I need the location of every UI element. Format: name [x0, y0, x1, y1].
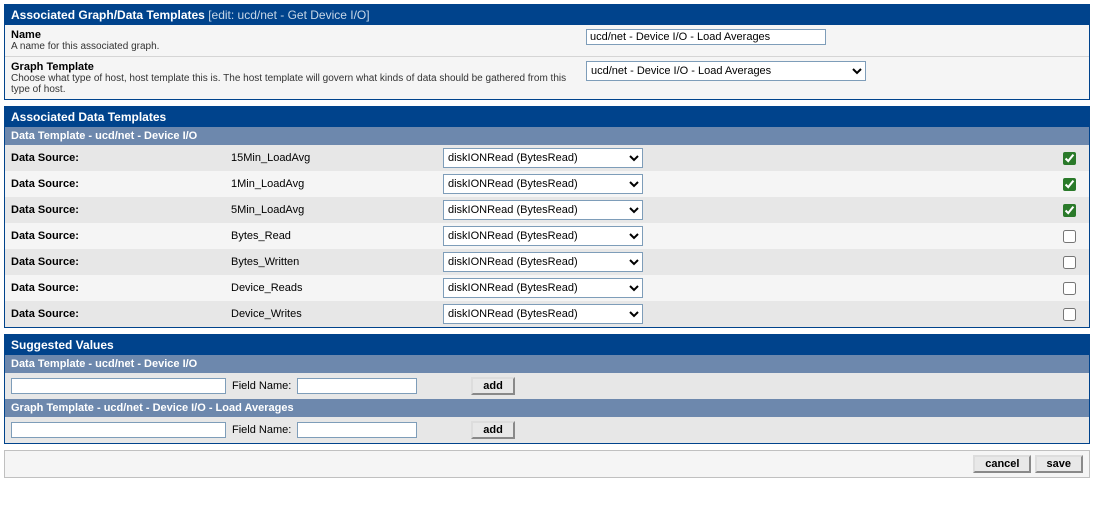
data-source-row: Data Source:Device_WritesdiskIONRead (By… — [5, 301, 1089, 327]
sv-dt-field-input[interactable] — [297, 378, 417, 394]
data-source-row: Data Source:Bytes_WrittendiskIONRead (By… — [5, 249, 1089, 275]
graph-template-select[interactable]: ucd/net - Device I/O - Load Averages — [586, 61, 866, 81]
suggested-values-section: Suggested Values Data Template - ucd/net… — [4, 334, 1090, 444]
data-source-name: Device_Writes — [231, 308, 443, 320]
data-source-checkbox[interactable] — [1063, 178, 1076, 191]
sv-dt-add-button[interactable]: add — [471, 377, 515, 395]
sv-gt-row: Field Name: add — [5, 417, 1089, 443]
data-source-checkbox[interactable] — [1063, 230, 1076, 243]
data-source-select[interactable]: diskIONRead (BytesRead) — [443, 148, 643, 168]
data-source-select[interactable]: diskIONRead (BytesRead) — [443, 252, 643, 272]
data-source-name: 15Min_LoadAvg — [231, 152, 443, 164]
data-source-row: Data Source:5Min_LoadAvgdiskIONRead (Byt… — [5, 197, 1089, 223]
data-source-label: Data Source: — [11, 308, 231, 320]
graph-template-row: Graph Template Choose what type of host,… — [5, 57, 1089, 99]
sv-dt-field-label: Field Name: — [232, 380, 291, 392]
data-source-name: Bytes_Read — [231, 230, 443, 242]
data-source-name: Bytes_Written — [231, 256, 443, 268]
sv-gt-field-input[interactable] — [297, 422, 417, 438]
data-source-label: Data Source: — [11, 282, 231, 294]
name-row: Name A name for this associated graph. — [5, 25, 1089, 57]
sv-dt-row: Field Name: add — [5, 373, 1089, 399]
suggested-header: Suggested Values — [5, 335, 1089, 355]
footer-bar: cancel save — [4, 450, 1090, 478]
sv-gt-value-input[interactable] — [11, 422, 226, 438]
data-source-label: Data Source: — [11, 178, 231, 190]
sv-dt-subheader: Data Template - ucd/net - Device I/O — [5, 355, 1089, 373]
data-source-checkbox[interactable] — [1063, 256, 1076, 269]
gt-desc: Choose what type of host, host template … — [11, 73, 578, 95]
data-source-name: 5Min_LoadAvg — [231, 204, 443, 216]
data-source-checkbox[interactable] — [1063, 282, 1076, 295]
data-source-row: Data Source:Bytes_ReaddiskIONRead (Bytes… — [5, 223, 1089, 249]
gt-label: Graph Template — [11, 61, 578, 73]
data-source-select[interactable]: diskIONRead (BytesRead) — [443, 304, 643, 324]
sv-dt-value-input[interactable] — [11, 378, 226, 394]
data-source-row: Data Source:Device_ReadsdiskIONRead (Byt… — [5, 275, 1089, 301]
save-button[interactable]: save — [1035, 455, 1083, 473]
data-source-name: 1Min_LoadAvg — [231, 178, 443, 190]
name-desc: A name for this associated graph. — [11, 41, 578, 52]
sv-gt-field-label: Field Name: — [232, 424, 291, 436]
data-source-row: Data Source:15Min_LoadAvgdiskIONRead (By… — [5, 145, 1089, 171]
data-source-label: Data Source: — [11, 230, 231, 242]
data-source-label: Data Source: — [11, 256, 231, 268]
cancel-button[interactable]: cancel — [973, 455, 1031, 473]
name-input[interactable] — [586, 29, 826, 45]
data-source-label: Data Source: — [11, 152, 231, 164]
data-source-checkbox[interactable] — [1063, 204, 1076, 217]
data-source-checkbox[interactable] — [1063, 308, 1076, 321]
name-label: Name — [11, 29, 578, 41]
data-source-select[interactable]: diskIONRead (BytesRead) — [443, 278, 643, 298]
assoc-dt-header: Associated Data Templates — [5, 107, 1089, 127]
associated-graph-data-templates-section: Associated Graph/Data Templates [edit: u… — [4, 4, 1090, 100]
edit-info: [edit: ucd/net - Get Device I/O] — [208, 8, 369, 22]
section-header-main: Associated Graph/Data Templates [edit: u… — [5, 5, 1089, 25]
data-source-select[interactable]: diskIONRead (BytesRead) — [443, 226, 643, 246]
main-title: Associated Graph/Data Templates — [11, 8, 205, 22]
sv-gt-subheader: Graph Template - ucd/net - Device I/O - … — [5, 399, 1089, 417]
sv-gt-add-button[interactable]: add — [471, 421, 515, 439]
associated-data-templates-section: Associated Data Templates Data Template … — [4, 106, 1090, 328]
data-source-select[interactable]: diskIONRead (BytesRead) — [443, 200, 643, 220]
data-source-label: Data Source: — [11, 204, 231, 216]
data-source-checkbox[interactable] — [1063, 152, 1076, 165]
data-source-row: Data Source:1Min_LoadAvgdiskIONRead (Byt… — [5, 171, 1089, 197]
data-source-name: Device_Reads — [231, 282, 443, 294]
data-source-select[interactable]: diskIONRead (BytesRead) — [443, 174, 643, 194]
dt-subheader: Data Template - ucd/net - Device I/O — [5, 127, 1089, 145]
